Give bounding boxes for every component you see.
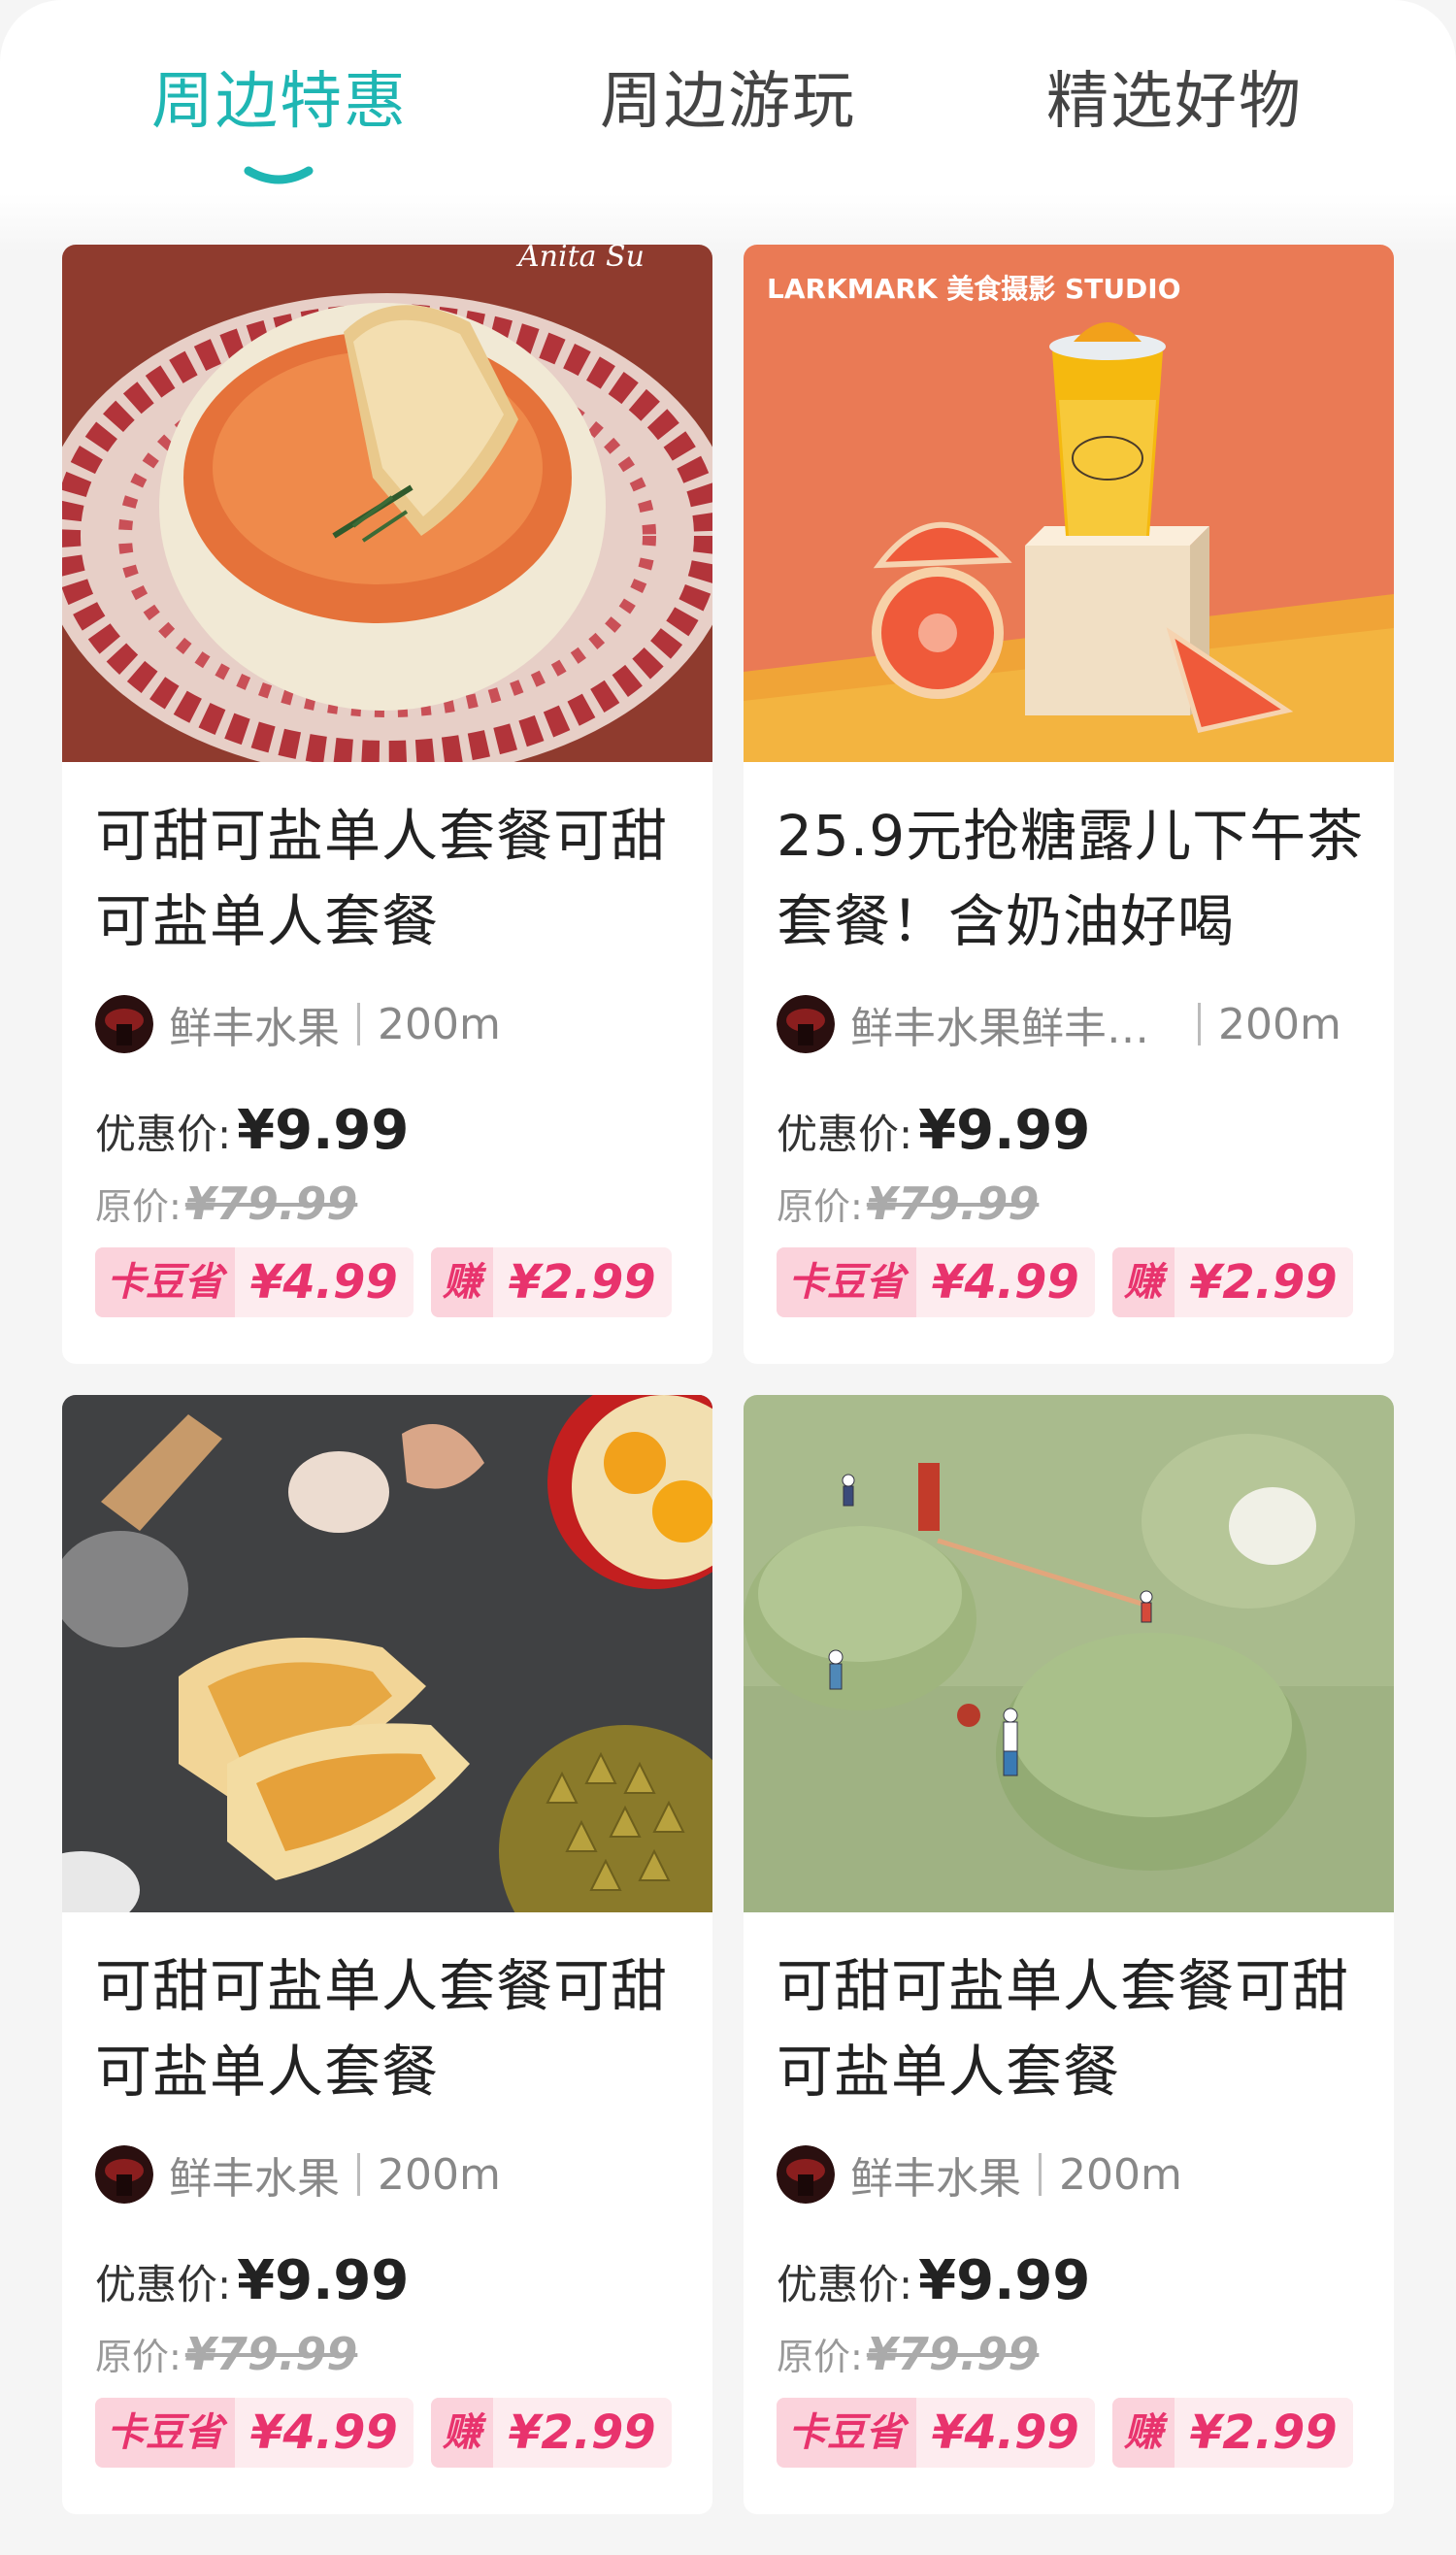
earn-badge: 赚 ¥2.99	[1111, 2398, 1353, 2468]
reward-badges: 卡豆省 ¥4.99 赚 ¥2.99	[777, 2398, 1371, 2468]
divider	[1198, 1003, 1201, 1045]
original-price-row: 原价: ¥79.99	[777, 2327, 1039, 2385]
deal-price-row: 优惠价: ¥9.99	[95, 2249, 409, 2327]
shop-info[interactable]: 鲜丰水果 200m	[95, 995, 687, 1053]
deals-panel: 周边特惠 周边游玩 精选好物 Anita Su 可甜可盐单人套餐可甜可盐单人套餐…	[0, 0, 1456, 2555]
deal-title[interactable]: 25.9元抢糖露儿下午茶套餐！含奶油好喝	[777, 793, 1369, 964]
earn-badge: 赚 ¥2.99	[430, 1247, 672, 1317]
deal-card[interactable]: Anita Su 可甜可盐单人套餐可甜可盐单人套餐 鲜丰水果 200m 优惠价:…	[62, 245, 712, 1364]
product-image[interactable]	[744, 1395, 1394, 1912]
active-tab-indicator	[244, 166, 314, 184]
shop-distance: 200m	[378, 2149, 501, 2200]
deal-card[interactable]: 可甜可盐单人套餐可甜可盐单人套餐 鲜丰水果 200m 优惠价: ¥9.99 原价…	[62, 1395, 712, 2514]
tab-selected-goods[interactable]: 精选好物	[1009, 58, 1340, 146]
deal-card[interactable]: LARKMARK 美食摄影 STUDIO 25.9元抢糖露儿下午茶套餐！含奶油好…	[744, 245, 1394, 1364]
deal-title[interactable]: 可甜可盐单人套餐可甜可盐单人套餐	[95, 793, 687, 964]
divider	[357, 2153, 360, 2196]
save-badge-label: 卡豆省	[777, 1247, 916, 1317]
earn-badge-label: 赚	[1111, 1247, 1175, 1317]
earn-badge-value: ¥2.99	[1189, 1255, 1338, 1310]
shop-name: 鲜丰水果	[850, 2154, 1021, 2204]
original-price-row: 原价: ¥79.99	[95, 2327, 357, 2385]
reward-badges: 卡豆省 ¥4.99 赚 ¥2.99	[95, 2398, 689, 2468]
shop-name: 鲜丰水果	[169, 2154, 340, 2204]
shop-distance: 200m	[378, 999, 501, 1049]
shop-distance: 200m	[1059, 2149, 1182, 2200]
deal-price-label: 优惠价:	[777, 2261, 913, 2308]
tab-nearby-deals[interactable]: 周边特惠	[115, 58, 445, 146]
shop-info[interactable]: 鲜丰水果鲜丰水果 200m	[777, 995, 1369, 1053]
deal-price: ¥9.99	[918, 2249, 1091, 2312]
original-price-label: 原价:	[95, 2336, 182, 2378]
original-price: ¥79.99	[866, 1178, 1040, 1230]
deal-price-label: 优惠价:	[95, 1111, 232, 1158]
deal-price: ¥9.99	[237, 2249, 410, 2312]
divider	[357, 1003, 360, 1045]
earn-badge-label: 赚	[430, 2398, 493, 2468]
deal-price: ¥9.99	[237, 1099, 410, 1162]
deal-price-label: 优惠价:	[777, 1111, 913, 1158]
original-price: ¥79.99	[866, 2328, 1040, 2380]
original-price-label: 原价:	[777, 2336, 863, 2378]
deal-card[interactable]: 可甜可盐单人套餐可甜可盐单人套餐 鲜丰水果 200m 优惠价: ¥9.99 原价…	[744, 1395, 1394, 2514]
image-watermark: LARKMARK 美食摄影 STUDIO	[767, 273, 1181, 305]
original-price-label: 原价:	[777, 1185, 863, 1228]
save-badge: 卡豆省 ¥4.99	[95, 2398, 414, 2468]
save-badge-value: ¥4.99	[250, 1255, 398, 1310]
earn-badge-value: ¥2.99	[508, 1255, 656, 1310]
save-badge-value: ¥4.99	[250, 2406, 398, 2460]
shop-avatar	[777, 2145, 835, 2204]
save-badge: 卡豆省 ¥4.99	[777, 2398, 1095, 2468]
shop-avatar	[777, 995, 835, 1053]
deal-price-row: 优惠价: ¥9.99	[777, 1099, 1090, 1177]
tab-bar: 周边特惠 周边游玩 精选好物	[0, 0, 1456, 194]
save-badge-value: ¥4.99	[932, 1255, 1079, 1310]
earn-badge-value: ¥2.99	[1189, 2406, 1338, 2460]
save-badge-value: ¥4.99	[932, 2406, 1079, 2460]
original-price-row: 原价: ¥79.99	[95, 1177, 357, 1235]
original-price-label: 原价:	[95, 1185, 182, 1228]
save-badge-label: 卡豆省	[95, 1247, 235, 1317]
tab-nearby-fun[interactable]: 周边游玩	[563, 58, 893, 146]
product-image[interactable]	[62, 1395, 712, 1912]
reward-badges: 卡豆省 ¥4.99 赚 ¥2.99	[95, 1247, 689, 1317]
original-price: ¥79.99	[184, 1178, 358, 1230]
deal-price-label: 优惠价:	[95, 2261, 232, 2308]
earn-badge-label: 赚	[430, 1247, 493, 1317]
divider	[1039, 2153, 1042, 2196]
original-price: ¥79.99	[184, 2328, 358, 2380]
earn-badge-value: ¥2.99	[508, 2406, 656, 2460]
shop-avatar	[95, 2145, 153, 2204]
shop-info[interactable]: 鲜丰水果 200m	[95, 2145, 687, 2204]
shop-info[interactable]: 鲜丰水果 200m	[777, 2145, 1369, 2204]
save-badge-label: 卡豆省	[95, 2398, 235, 2468]
earn-badge: 赚 ¥2.99	[430, 2398, 672, 2468]
deal-title[interactable]: 可甜可盐单人套餐可甜可盐单人套餐	[95, 1943, 687, 2114]
product-image[interactable]: Anita Su	[62, 245, 712, 762]
shop-distance: 200m	[1218, 999, 1341, 1049]
original-price-row: 原价: ¥79.99	[777, 1177, 1039, 1235]
reward-badges: 卡豆省 ¥4.99 赚 ¥2.99	[777, 1247, 1371, 1317]
product-image[interactable]: LARKMARK 美食摄影 STUDIO	[744, 245, 1394, 762]
shop-name: 鲜丰水果鲜丰水果	[850, 1004, 1180, 1053]
image-watermark: Anita Su	[515, 245, 645, 274]
shop-name: 鲜丰水果	[169, 1004, 340, 1053]
deal-price: ¥9.99	[918, 1099, 1091, 1162]
earn-badge: 赚 ¥2.99	[1111, 1247, 1353, 1317]
save-badge-label: 卡豆省	[777, 2398, 916, 2468]
deal-price-row: 优惠价: ¥9.99	[95, 1099, 409, 1177]
save-badge: 卡豆省 ¥4.99	[777, 1247, 1095, 1317]
save-badge: 卡豆省 ¥4.99	[95, 1247, 414, 1317]
deal-title[interactable]: 可甜可盐单人套餐可甜可盐单人套餐	[777, 1943, 1369, 2114]
shop-avatar	[95, 995, 153, 1053]
earn-badge-label: 赚	[1111, 2398, 1175, 2468]
deal-price-row: 优惠价: ¥9.99	[777, 2249, 1090, 2327]
